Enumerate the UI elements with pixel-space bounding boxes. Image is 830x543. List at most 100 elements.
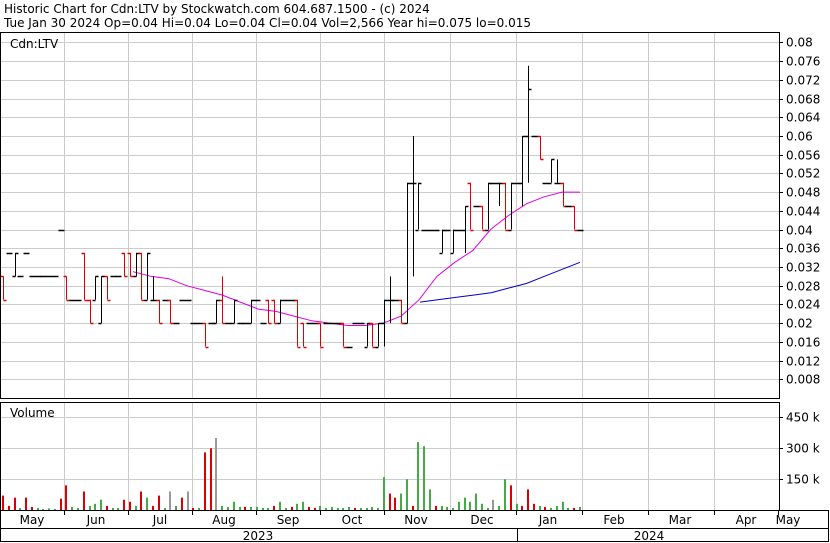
volume-bar	[262, 507, 264, 510]
volume-bar	[325, 507, 327, 510]
price-tick-label: 0.052	[786, 167, 820, 181]
volume-bar	[89, 505, 91, 510]
volume-bar	[516, 503, 518, 510]
volume-bar	[475, 493, 477, 510]
volume-bar	[112, 507, 114, 510]
volume-bar	[412, 505, 414, 510]
volume-bar	[423, 446, 425, 510]
month-label: Apr	[736, 513, 757, 527]
volume-bar	[152, 505, 154, 510]
price-tick-label: 0.048	[786, 186, 820, 200]
volume-bar	[14, 497, 16, 510]
price-tick-label: 0.036	[786, 242, 820, 256]
volume-bar	[354, 507, 356, 510]
volume-bar	[94, 503, 96, 510]
month-label: Jun	[86, 513, 106, 527]
volume-bar	[400, 493, 402, 510]
volume-bar	[533, 503, 535, 510]
volume-bar	[215, 437, 217, 510]
volume-bar	[250, 506, 252, 510]
volume-bar	[192, 507, 194, 510]
volume-bar	[19, 507, 21, 510]
month-label: Feb	[603, 513, 624, 527]
volume-bar	[8, 505, 10, 510]
month-label: May	[20, 513, 45, 527]
volume-bar	[527, 489, 529, 510]
month-label: Jul	[152, 513, 167, 527]
volume-bar	[129, 501, 131, 510]
volume-bar	[77, 507, 79, 510]
volume-bar	[210, 448, 212, 510]
price-tick-label: 0.032	[786, 261, 820, 275]
volume-bar	[198, 507, 200, 510]
price-tick-label: 0.06	[786, 130, 813, 144]
volume-bar	[498, 505, 500, 510]
volume-bar	[308, 506, 310, 510]
volume-bar	[65, 485, 67, 510]
price-tick-label: 0.044	[786, 205, 820, 219]
volume-bar	[25, 497, 27, 510]
price-tick-label: 0.068	[786, 93, 820, 107]
volume-bar	[233, 501, 235, 510]
volume-bar	[383, 477, 385, 510]
volume-bar	[510, 485, 512, 510]
price-panel-label: Cdn:LTV	[10, 37, 59, 51]
volume-bar	[169, 491, 171, 510]
year-label: 2024	[634, 529, 665, 543]
month-label: Nov	[404, 513, 427, 527]
volume-bar	[360, 507, 362, 510]
volume-bar	[239, 506, 241, 510]
volume-bar	[469, 501, 471, 510]
volume-bar	[146, 497, 148, 510]
volume-bar	[158, 495, 160, 510]
volume-bar	[371, 506, 373, 510]
price-tick-label: 0.056	[786, 149, 820, 163]
volume-bar	[291, 506, 293, 510]
volume-bar	[481, 503, 483, 510]
volume-bar	[573, 507, 575, 510]
volume-bar	[54, 508, 56, 510]
volume-bar	[302, 501, 304, 510]
volume-bar	[562, 501, 564, 510]
volume-bar	[314, 507, 316, 510]
volume-bar	[492, 499, 494, 510]
volume-bar	[464, 497, 466, 510]
volume-bar	[117, 507, 119, 510]
volume-bar	[42, 508, 44, 510]
volume-bar	[556, 505, 558, 510]
volume-bar	[71, 506, 73, 510]
price-tick-label: 0.008	[786, 373, 820, 387]
volume-bar	[331, 506, 333, 510]
volume-bar	[135, 505, 137, 510]
volume-bar	[389, 493, 391, 510]
month-label: Aug	[212, 513, 235, 527]
volume-bar	[348, 506, 350, 510]
volume-bar	[579, 506, 581, 510]
volume-bar	[181, 497, 183, 510]
chart-canvas: May Jun Jul Aug Sep Oct Nov Dec Jan Feb Mar Apr May 2…	[0, 32, 829, 543]
price-tick-label: 0.064	[786, 111, 820, 125]
month-label: Oct	[342, 513, 363, 527]
month-label: Dec	[470, 513, 493, 527]
month-label: Sep	[277, 513, 300, 527]
volume-bar	[550, 507, 552, 510]
price-tick-label: 0.02	[786, 317, 813, 331]
volume-bar	[377, 507, 379, 510]
volume-bar	[366, 507, 368, 510]
volume-bar	[452, 507, 454, 510]
volume-bar	[337, 507, 339, 510]
volume-tick-label: 300 k	[786, 442, 820, 456]
volume-bar	[48, 508, 50, 510]
volume-bar	[319, 505, 321, 510]
volume-bar	[123, 499, 125, 510]
volume-bar	[106, 505, 108, 510]
volume-bar	[273, 505, 275, 510]
price-tick-label: 0.024	[786, 298, 820, 312]
volume-tick-label: 150 k	[786, 473, 820, 487]
volume-bar	[175, 505, 177, 510]
volume-bar	[164, 507, 166, 510]
month-label: Jan	[538, 513, 558, 527]
volume-bar	[256, 506, 258, 510]
volume-bar	[83, 491, 85, 510]
volume-bar	[567, 507, 569, 510]
